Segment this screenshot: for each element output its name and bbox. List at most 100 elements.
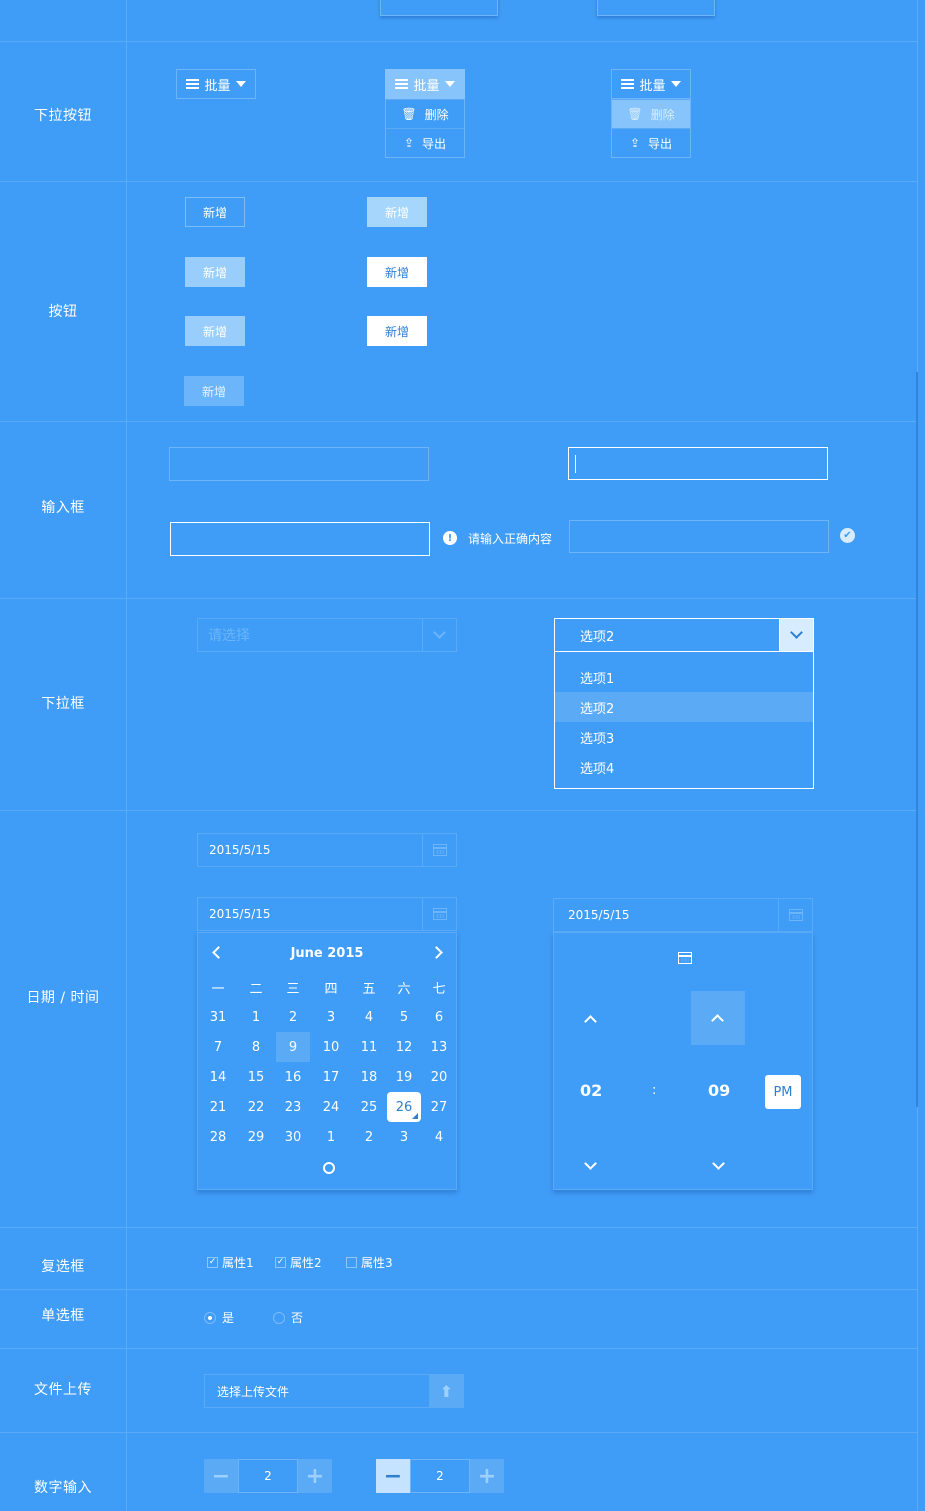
radio-no[interactable]: 否 [273,1309,303,1326]
calendar-day[interactable]: 14 [201,1062,235,1092]
text-input-error[interactable] [170,522,430,556]
add-button-outline[interactable]: 新增 [185,197,245,227]
text-input-success[interactable] [569,520,829,553]
hour-value[interactable]: 02 [580,1081,602,1100]
calendar-day[interactable]: 22 [239,1092,273,1122]
checkbox-attr3[interactable]: 属性3 [346,1254,393,1271]
calendar-day[interactable]: 24 [314,1092,348,1122]
select-arrow[interactable] [779,619,813,651]
period-toggle[interactable]: PM [765,1075,801,1109]
text-input[interactable] [169,447,429,481]
select-option[interactable]: 选项4 [555,752,813,782]
select-open[interactable]: 选项2 [554,618,814,652]
caret-down-icon [670,81,681,87]
row-label-button: 按钮 [48,304,78,320]
calendar-day[interactable]: 3 [387,1122,421,1152]
calendar-day[interactable]: 3 [314,1002,348,1032]
calendar-day[interactable]: 26 [387,1092,421,1122]
calendar-day[interactable]: 13 [422,1032,456,1062]
row-label-radio: 单选框 [41,1308,85,1324]
calendar-day[interactable]: 10 [314,1032,348,1062]
checkbox-attr2[interactable]: ✓ 属性2 [275,1254,322,1271]
calendar-day[interactable]: 8 [239,1032,273,1062]
date-input-open[interactable]: 2015/5/15 [197,897,457,931]
add-button-light[interactable]: 新增 [185,257,245,287]
select-arrow[interactable] [422,619,456,651]
calendar-day[interactable]: 25 [352,1092,386,1122]
increment-button[interactable]: + [298,1459,332,1493]
calendar-button[interactable] [778,899,812,931]
decrement-button[interactable]: − [376,1459,410,1493]
add-button-white[interactable]: 新增 [367,316,427,346]
menu-item-delete-hover[interactable]: 🗑 删除 [612,99,690,128]
row-label-file-upload: 文件上传 [34,1382,92,1398]
date-input-value: 2015/5/15 [209,843,271,857]
calendar-day[interactable]: 12 [387,1032,421,1062]
calendar-day[interactable]: 29 [239,1122,273,1152]
text-input-focused[interactable] [568,447,828,480]
select-option-highlighted[interactable]: 选项2 [555,692,813,722]
calendar-day[interactable]: 1 [314,1122,348,1152]
calendar-day[interactable]: 20 [422,1062,456,1092]
time-picker-panel: 02 : 09 PM [553,932,813,1190]
menu-item-delete[interactable]: 🗑 删除 [386,99,464,128]
increment-button[interactable]: + [470,1459,504,1493]
add-button-disabled[interactable]: 新增 [184,376,244,406]
number-value[interactable]: 2 [410,1459,470,1493]
radio-yes[interactable]: 是 [204,1309,234,1326]
calendar-day[interactable]: 23 [276,1092,310,1122]
time-input[interactable]: 2015/5/15 [553,898,813,932]
calendar-day[interactable]: 2 [352,1122,386,1152]
calendar-day[interactable]: 15 [239,1062,273,1092]
minute-up-button[interactable] [691,991,745,1045]
batch-dropdown-button-open[interactable]: 批量 [385,69,465,99]
batch-dropdown-button[interactable]: 批量 [176,69,256,99]
calendar-day[interactable]: 4 [352,1002,386,1032]
calendar-day[interactable]: 2 [276,1002,310,1032]
calendar-day[interactable]: 1 [239,1002,273,1032]
select-placeholder[interactable]: 请选择 [197,618,457,652]
chevron-down-icon [433,626,446,639]
calendar-day[interactable]: 18 [352,1062,386,1092]
date-input[interactable]: 2015/5/15 [197,833,457,867]
calendar-day[interactable]: 19 [387,1062,421,1092]
list-icon [395,78,409,90]
calendar-day[interactable]: 28 [201,1122,235,1152]
calendar-day[interactable]: 5 [387,1002,421,1032]
menu-item-export[interactable]: ⇪ 导出 [386,128,464,157]
scrollbar[interactable] [916,372,918,1107]
add-button-white[interactable]: 新增 [367,257,427,287]
calendar-button[interactable] [422,898,456,930]
calendar-day[interactable]: 7 [201,1032,235,1062]
file-upload[interactable]: 选择上传文件 ⬆ [204,1374,464,1408]
add-button-hover[interactable]: 新增 [367,197,427,227]
calendar-toggle-icon[interactable] [678,952,692,964]
checkbox-attr1[interactable]: ✓ 属性1 [207,1254,254,1271]
calendar-day[interactable]: 21 [201,1092,235,1122]
decrement-button[interactable]: − [204,1459,238,1493]
minute-down-icon[interactable] [712,1157,725,1170]
calendar-day[interactable]: 11 [352,1032,386,1062]
add-button-light[interactable]: 新增 [185,316,245,346]
batch-dropdown-button-hover[interactable]: 批量 [611,69,691,99]
weekday-header: 三 [286,981,300,997]
calendar-day[interactable]: 6 [422,1002,456,1032]
select-option[interactable]: 选项3 [555,722,813,752]
calendar-day[interactable]: 4 [422,1122,456,1152]
calendar-day[interactable]: 16 [276,1062,310,1092]
menu-item-export[interactable]: ⇪ 导出 [612,128,690,157]
calendar-day[interactable]: 27 [422,1092,456,1122]
clock-icon[interactable] [323,1162,335,1174]
calendar-day[interactable]: 17 [314,1062,348,1092]
calendar-button[interactable] [422,834,456,866]
calendar-day[interactable]: 31 [201,1002,235,1032]
hour-up-icon[interactable] [584,1015,597,1028]
row-label-datetime: 日期 / 时间 [26,990,100,1006]
calendar-day[interactable]: 9 [276,1032,310,1062]
calendar-day[interactable]: 30 [276,1122,310,1152]
number-value[interactable]: 2 [238,1459,298,1493]
upload-button[interactable]: ⬆ [429,1375,463,1407]
minute-value[interactable]: 09 [708,1081,730,1100]
hour-down-icon[interactable] [584,1157,597,1170]
select-option[interactable]: 选项1 [555,662,813,692]
